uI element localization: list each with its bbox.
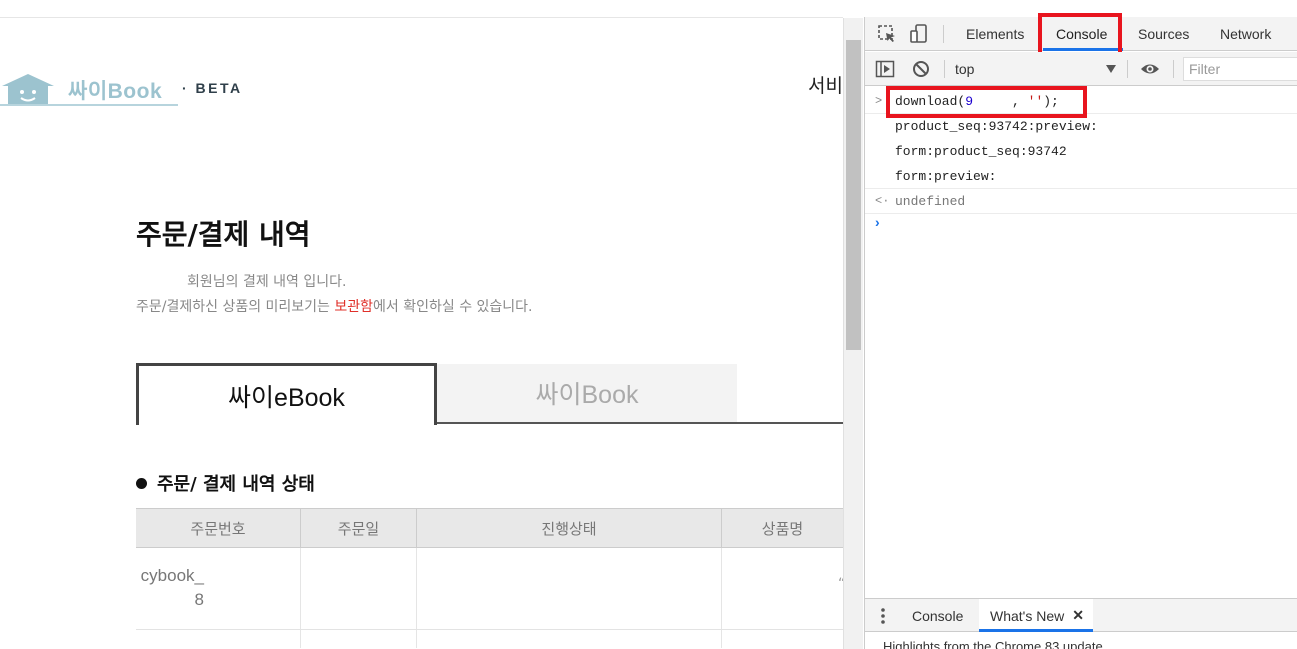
clear-console-icon[interactable] — [911, 59, 931, 79]
console-log-line: form:product_seq:93742 — [895, 144, 1067, 159]
console-toolbar: top Filter — [865, 52, 1297, 86]
table-row[interactable]: cybook_ 8 — [136, 564, 204, 612]
table-column-divider — [301, 548, 417, 648]
house-logo-icon — [2, 74, 54, 106]
table-row-divider — [136, 629, 843, 630]
order-number-line-2: 8 — [194, 590, 204, 609]
tab-elements[interactable]: Elements — [966, 17, 1024, 51]
logo-beta: · BETA — [182, 80, 243, 96]
description-text-after: 에서 확인하실 수 있습니다. — [373, 299, 533, 315]
inspect-element-icon[interactable] — [877, 24, 897, 44]
console-result-value: undefined — [895, 193, 966, 209]
drawer-active-indicator — [979, 629, 1093, 632]
drawer-tab-whats-new-label: What's New — [990, 607, 1065, 624]
tab-sources[interactable]: Sources — [1138, 17, 1189, 51]
storage-link[interactable]: 보관함 — [334, 299, 373, 315]
console-log-line: form:preview: — [865, 164, 1297, 189]
drawer-tab-console[interactable]: Console — [901, 599, 974, 632]
context-selector[interactable]: top — [955, 52, 1120, 86]
top-divider — [0, 17, 843, 18]
header-menu-item[interactable]: 서비 — [808, 71, 843, 98]
section-title: 주문/ 결제 내역 상태 — [136, 470, 315, 496]
chevron-down-icon — [1106, 65, 1116, 73]
logo-underline — [0, 104, 178, 106]
context-value: top — [955, 61, 975, 77]
toolbar-divider — [943, 25, 944, 43]
order-number-line-1: cybook_ — [140, 566, 204, 585]
toolbar-divider — [1173, 60, 1174, 78]
section-title-text: 주문/ 결제 내역 상태 — [157, 474, 315, 495]
whats-new-headline: Highlights from the Chrome 83 update — [883, 639, 1103, 649]
description-text-before: 주문/결제하신 상품의 미리보기는 — [136, 299, 335, 315]
header-product-name: 상품명 — [761, 519, 804, 538]
return-arrow-icon: <· — [875, 194, 890, 208]
product-tabs: 싸이eBook 싸이Book — [136, 363, 843, 425]
chevron-right-icon: > — [875, 94, 883, 108]
tab-network[interactable]: Network — [1220, 17, 1271, 51]
devtools-panel: Elements Console Sources Network top Fil… — [864, 13, 1297, 649]
more-options-icon[interactable] — [881, 608, 885, 624]
tab-cy-ebook[interactable]: 싸이eBook — [136, 363, 437, 425]
page-scrollbar[interactable] — [843, 18, 863, 649]
table-header: 주문번호 주문일 진행상태 상품명 — [136, 508, 843, 548]
header-order-number: 주문번호 — [136, 509, 301, 547]
devtools-drawer-tabbar: Console What's New ✕ — [865, 598, 1297, 632]
bullet-icon — [136, 477, 147, 489]
header-status: 진행상태 — [417, 509, 722, 547]
logo-text: 싸이Book — [68, 80, 163, 103]
header-order-date: 주문일 — [301, 509, 417, 547]
console-result-line: <· undefined — [865, 189, 1297, 214]
show-sidebar-icon[interactable] — [875, 59, 895, 79]
console-prompt-icon[interactable]: › — [875, 214, 880, 230]
device-toolbar-icon[interactable] — [909, 24, 929, 44]
toolbar-divider — [944, 60, 945, 78]
download-call-highlight — [886, 86, 1087, 118]
page-scrollbar-thumb[interactable] — [846, 40, 861, 350]
eye-icon[interactable] — [1140, 59, 1160, 79]
tab-baseline — [436, 422, 843, 424]
web-page: 싸이Book · BETA 서비 주문/결제 내역 회원님의 결제 내역 입니다… — [0, 0, 843, 649]
tab-cy-book[interactable]: 싸이Book — [437, 364, 737, 422]
description-line-1: 회원님의 결제 내역 입니다. — [187, 274, 347, 290]
filter-placeholder: Filter — [1189, 61, 1221, 77]
filter-input[interactable]: Filter — [1183, 57, 1297, 81]
page-title: 주문/결제 내역 — [136, 218, 311, 251]
table-column-divider — [417, 548, 722, 648]
drawer-tab-whats-new[interactable]: What's New ✕ — [979, 599, 1093, 632]
toolbar-divider — [1127, 60, 1128, 78]
description-line-2: 주문/결제하신 상품의 미리보기는 보관함에서 확인하실 수 있습니다. — [136, 296, 533, 316]
close-icon[interactable]: ✕ — [1072, 607, 1084, 624]
